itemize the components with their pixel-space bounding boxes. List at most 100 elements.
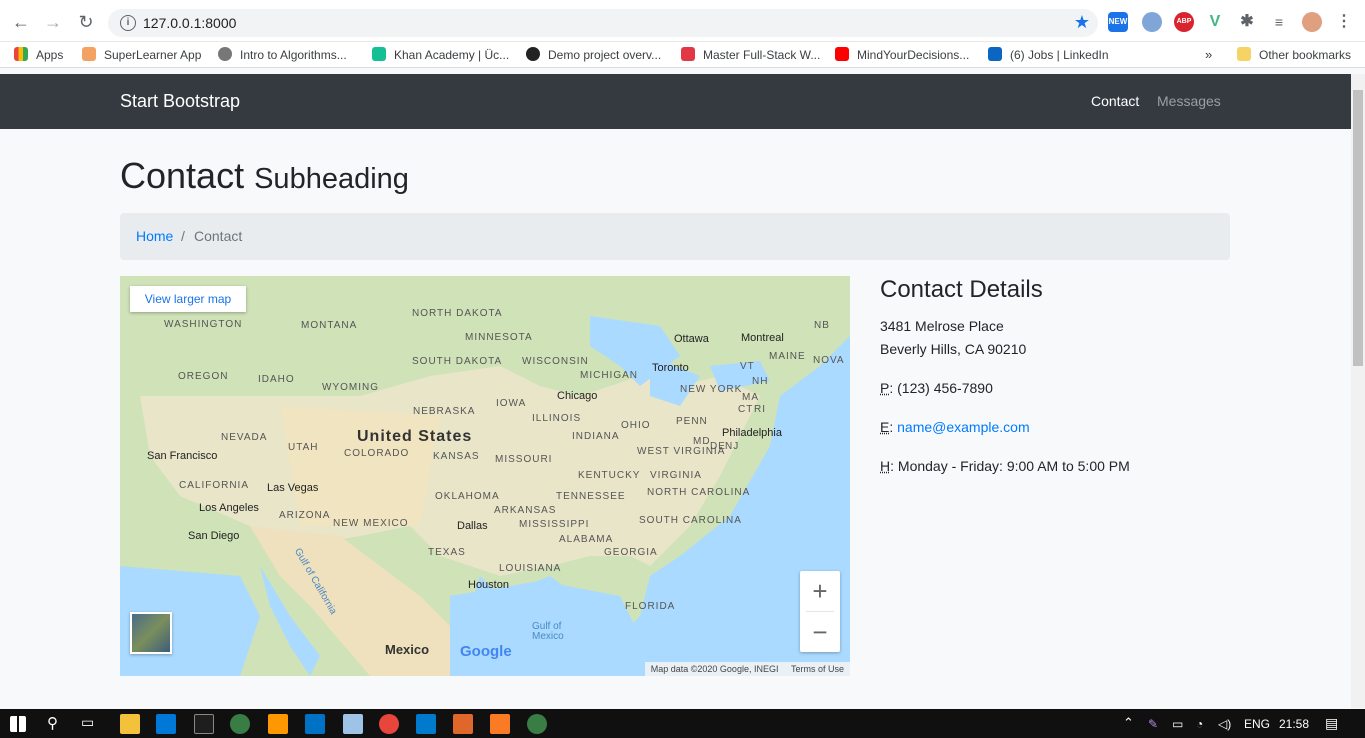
map-region-label: FLORIDA <box>625 601 676 612</box>
bookmark-linkedin-jobs[interactable]: (6) Jobs | LinkedIn <box>988 47 1109 63</box>
browser-window: { "browser": { "url": "127.0.0.1:8000", … <box>0 0 1365 738</box>
map-attribution: Map data ©2020 Google, INEGI Terms of Us… <box>644 662 850 676</box>
volume-icon[interactable]: ◁) <box>1218 717 1231 731</box>
map-region-label: OHIO <box>621 420 651 431</box>
bookmark-apps[interactable]: Apps <box>14 47 63 63</box>
nav-link-contact[interactable]: Contact <box>1091 93 1139 109</box>
map-country-label: United States <box>357 428 473 445</box>
bookmark-star-icon[interactable]: ★ <box>1074 12 1090 33</box>
page-title: Contact Subheading <box>120 155 409 197</box>
hours-line: H: Monday - Friday: 9:00 AM to 5:00 PM <box>880 458 1130 474</box>
menu-kebab-icon[interactable]: ⋮ <box>1334 12 1354 32</box>
bookmark-label: (6) Jobs | LinkedIn <box>1010 48 1109 62</box>
scrollbar-thumb[interactable] <box>1353 90 1363 366</box>
bookmark-label: Khan Academy | Üc... <box>394 48 510 62</box>
other-bookmarks[interactable]: Other bookmarks <box>1237 47 1351 63</box>
extension-icon[interactable] <box>1142 12 1162 32</box>
notifications-icon[interactable]: ▤ <box>1325 715 1338 732</box>
profile-avatar-icon[interactable] <box>1302 12 1322 32</box>
url-text[interactable]: 127.0.0.1:8000 <box>143 15 236 31</box>
app-icon[interactable] <box>230 714 250 734</box>
app-icon[interactable] <box>527 714 547 734</box>
superlearner-icon <box>82 47 96 61</box>
map-region-label: WASHINGTON <box>164 319 243 330</box>
zoom-out-button[interactable]: − <box>800 612 840 652</box>
task-view-icon[interactable]: ▭ <box>81 714 94 731</box>
map-region-label: DE <box>710 441 726 452</box>
bookmarks-overflow-chevron[interactable]: » <box>1205 47 1212 63</box>
chrome-icon[interactable] <box>379 714 399 734</box>
new-extension-icon[interactable]: NEW <box>1108 12 1128 32</box>
map-region-label: NH <box>752 376 769 387</box>
outlook-icon[interactable] <box>305 714 325 734</box>
demo-project-icon <box>526 47 540 61</box>
map-city-label: Las Vegas <box>267 482 319 494</box>
page-scrollbar[interactable] <box>1351 74 1365 708</box>
map-region-label: NEVADA <box>221 432 268 443</box>
map-region-label: MD <box>693 436 711 447</box>
map-region-label: WISCONSIN <box>522 356 589 367</box>
phone-line: P: (123) 456-7890 <box>880 380 993 396</box>
bookmark-label: Master Full-Stack W... <box>703 48 821 62</box>
bookmark-khan-academy[interactable]: Khan Academy | Üc... <box>372 47 509 63</box>
address-line-1: 3481 Melrose Place <box>880 318 1004 334</box>
map-mexico-label: Mexico <box>385 642 430 657</box>
terms-of-use-link[interactable]: Terms of Use <box>791 664 844 674</box>
site-navbar: Start Bootstrap Contact Messages <box>0 74 1351 129</box>
virtualbox-icon[interactable] <box>343 714 363 734</box>
breadcrumb: Home / Contact <box>120 213 1230 260</box>
battery-icon[interactable]: ▭ <box>1172 717 1183 731</box>
bookmark-intro-algorithms[interactable]: Intro to Algorithms... <box>218 47 347 63</box>
hours-abbr: H <box>880 458 891 474</box>
map-region-label: GEORGIA <box>604 547 658 558</box>
edge-icon[interactable] <box>156 714 176 734</box>
map-region-label: NJ <box>725 441 740 452</box>
main-content: Contact Subheading Home / Contact View l… <box>0 129 1351 709</box>
email-link[interactable]: name@example.com <box>897 419 1030 435</box>
vscode-icon[interactable] <box>416 714 436 734</box>
map-region-label: SOUTH CAROLINA <box>639 515 742 526</box>
view-larger-map-link[interactable]: View larger map <box>130 286 246 312</box>
chevron-up-icon[interactable]: ⌃ <box>1123 715 1134 731</box>
google-map-embed[interactable]: View larger map WASHINGTON MONTANA NORTH… <box>120 276 850 676</box>
address-bar[interactable]: i 127.0.0.1:8000 ★ <box>108 9 1098 37</box>
bookmark-master-full-stack[interactable]: Master Full-Stack W... <box>681 47 820 63</box>
bookmark-demo-project[interactable]: Demo project overv... <box>526 47 661 63</box>
apps-grid-icon <box>14 47 28 61</box>
xampp-icon[interactable] <box>490 714 510 734</box>
bookmarks-bar: Apps SuperLearner App Intro to Algorithm… <box>0 42 1365 68</box>
reload-icon[interactable]: ↻ <box>76 12 96 32</box>
map-region-label: CALIFORNIA <box>179 480 250 491</box>
bookmark-mindyourdecisions[interactable]: MindYourDecisions... <box>835 47 969 63</box>
language-indicator[interactable]: ENG <box>1244 717 1270 731</box>
git-icon[interactable] <box>453 714 473 734</box>
zoom-in-button[interactable]: + <box>800 571 840 611</box>
navbar-brand[interactable]: Start Bootstrap <box>120 91 240 112</box>
extensions-puzzle-icon[interactable]: ✱ <box>1237 12 1257 32</box>
breadcrumb-separator: / <box>181 228 185 244</box>
map-region-label: TENNESSEE <box>556 491 626 502</box>
breadcrumb-current: Contact <box>194 228 243 244</box>
satellite-toggle-button[interactable] <box>130 612 172 654</box>
windows-start-icon[interactable] <box>10 716 26 732</box>
contact-details: Contact Details 3481 Melrose Place Bever… <box>880 276 1240 474</box>
site-info-icon[interactable]: i <box>120 15 136 31</box>
clock[interactable]: 21:58 <box>1279 717 1309 731</box>
file-explorer-icon[interactable] <box>120 714 140 734</box>
back-icon[interactable]: ← <box>11 12 31 32</box>
search-icon[interactable]: ⚲ <box>47 714 58 732</box>
map-region-label: MAINE <box>769 351 806 362</box>
wifi-icon[interactable]: ◔ <box>1196 717 1203 731</box>
map-city-label: San Francisco <box>147 450 218 462</box>
pen-icon[interactable]: ✎ <box>1148 717 1158 731</box>
adblock-icon[interactable]: ABP <box>1174 12 1194 32</box>
bookmark-label: Intro to Algorithms... <box>240 48 347 62</box>
nav-link-messages[interactable]: Messages <box>1157 93 1221 109</box>
forward-icon[interactable]: → <box>43 12 63 32</box>
sublime-icon[interactable] <box>268 714 288 734</box>
breadcrumb-home-link[interactable]: Home <box>136 228 173 244</box>
bookmark-superlearner[interactable]: SuperLearner App <box>82 47 201 63</box>
jetbrains-icon[interactable] <box>194 714 214 734</box>
media-control-icon[interactable]: ≡ <box>1269 12 1289 32</box>
vue-devtools-icon[interactable]: V <box>1205 12 1225 32</box>
